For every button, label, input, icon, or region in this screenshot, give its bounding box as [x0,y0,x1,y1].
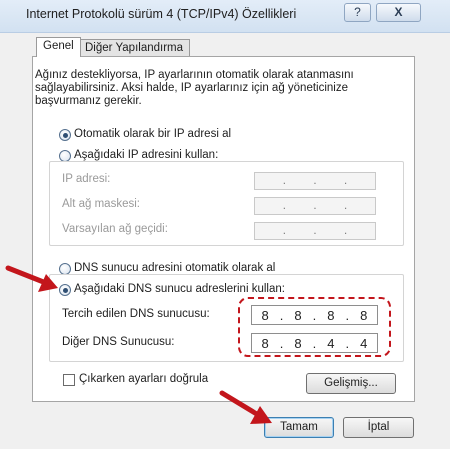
annotation-arrows [5,265,272,424]
dns-arrow-icon [5,265,58,292]
tab-general[interactable]: Genel [36,37,81,57]
ok-arrow-icon [219,390,272,424]
